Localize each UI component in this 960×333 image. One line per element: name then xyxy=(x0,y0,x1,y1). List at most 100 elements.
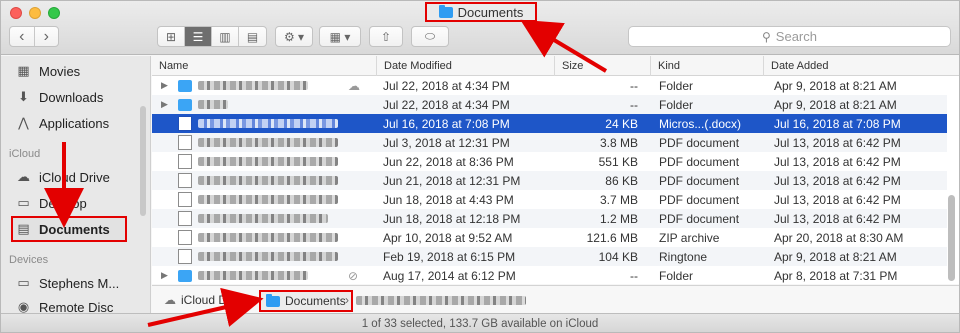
path-file-redacted[interactable] xyxy=(356,296,526,305)
file-name-redacted xyxy=(198,271,308,280)
minimize-window-button[interactable] xyxy=(29,7,41,19)
table-row[interactable]: Jun 18, 2018 at 4:43 PM 3.7 MB PDF docum… xyxy=(152,190,947,209)
cloud-icon: ☁ xyxy=(17,169,30,184)
word-document-icon xyxy=(178,116,192,131)
sidebar-item-downloads[interactable]: ⬇ Downloads xyxy=(15,86,103,108)
status-text: 1 of 33 selected, 133.7 GB available on … xyxy=(361,317,599,330)
forward-button[interactable]: › xyxy=(35,27,59,46)
cell-kind: PDF document xyxy=(659,135,740,150)
cell-modified: Jun 22, 2018 at 8:36 PM xyxy=(383,154,514,169)
table-row[interactable]: Feb 19, 2018 at 6:15 PM 104 KB Ringtone … xyxy=(152,247,947,266)
table-row[interactable]: Jun 22, 2018 at 8:36 PM 551 KB PDF docum… xyxy=(152,152,947,171)
cell-kind: Micros...(.docx) xyxy=(659,116,742,131)
cell-kind: PDF document xyxy=(659,192,740,207)
window-title-text: Documents xyxy=(457,4,524,20)
cell-added: Jul 13, 2018 at 6:42 PM xyxy=(774,211,901,226)
disclosure-triangle-icon[interactable]: ▶ xyxy=(161,80,168,91)
title-bar: Documents ‹ › ⊞ ☰ ▥ ▤ ⚙ ▾ ▦ ▾ ⇧ ⬭ ⚲ Sear… xyxy=(1,1,959,55)
cell-size: 86 KB xyxy=(605,173,638,188)
tag-button[interactable]: ⬭ xyxy=(411,26,449,47)
cell-kind: Folder xyxy=(659,78,694,93)
path-crumb-label: iCloud Drive xyxy=(181,292,247,307)
icon-view-button[interactable]: ⊞ xyxy=(158,27,185,46)
cell-modified: Apr 10, 2018 at 9:52 AM xyxy=(383,230,513,245)
column-view-button[interactable]: ▥ xyxy=(212,27,239,46)
cell-size: 3.7 MB xyxy=(599,192,638,207)
pdf-document-icon xyxy=(178,211,192,226)
table-row-selected[interactable]: Jul 16, 2018 at 7:08 PM 24 KB Micros...(… xyxy=(152,114,947,133)
action-menu-button[interactable]: ⚙ ▾ xyxy=(275,26,313,47)
file-name-redacted xyxy=(198,233,338,242)
cell-modified: Jun 18, 2018 at 12:18 PM xyxy=(383,211,521,226)
cell-modified: Jun 21, 2018 at 12:31 PM xyxy=(383,173,521,188)
cell-size: 1.2 MB xyxy=(599,211,638,226)
cell-size: 104 KB xyxy=(598,249,638,264)
column-date-modified[interactable]: Date Modified xyxy=(376,56,554,76)
table-row[interactable]: ▶ ⊘ Aug 17, 2014 at 6:12 PM -- Folder Ap… xyxy=(152,266,947,284)
path-bar: ☁ iCloud Drive Documents › xyxy=(152,285,959,313)
table-row[interactable]: ▶ ☁ Jul 22, 2018 at 4:34 PM -- Folder Ap… xyxy=(152,76,947,95)
close-window-button[interactable] xyxy=(10,7,22,19)
sidebar-item-label: Movies xyxy=(39,63,81,79)
film-icon: ▦ xyxy=(17,63,30,78)
cell-added: Apr 9, 2018 at 8:21 AM xyxy=(774,78,897,93)
column-header: Name Date Modified Size Kind Date Added xyxy=(152,56,959,76)
sidebar-item-applications[interactable]: ⋀ Applications xyxy=(15,112,109,134)
applications-icon: ⋀ xyxy=(18,115,29,130)
gallery-icon: ▤ xyxy=(246,29,259,44)
column-date-added[interactable]: Date Added xyxy=(763,56,947,76)
list-icon: ☰ xyxy=(192,29,204,44)
cell-kind: PDF document xyxy=(659,154,740,169)
table-row[interactable]: Jul 3, 2018 at 12:31 PM 3.8 MB PDF docum… xyxy=(152,133,947,152)
column-size[interactable]: Size xyxy=(554,56,650,76)
cell-modified: Jul 22, 2018 at 4:34 PM xyxy=(383,78,510,93)
nav-back-forward: ‹ › xyxy=(9,26,59,47)
path-crumb-icloud-drive[interactable]: ☁ iCloud Drive xyxy=(164,293,246,307)
cloud-icon: ☁ xyxy=(164,292,176,307)
sidebar-item-label: iCloud Drive xyxy=(39,169,110,185)
pdf-document-icon xyxy=(178,192,192,207)
file-name-redacted xyxy=(198,176,338,185)
desktop-icon: ▭ xyxy=(17,195,30,210)
folder-icon xyxy=(178,99,192,111)
cloud-download-icon[interactable]: ☁ xyxy=(348,79,360,93)
table-row[interactable]: Apr 10, 2018 at 9:52 AM 121.6 MB ZIP arc… xyxy=(152,228,947,247)
table-row[interactable]: Jun 21, 2018 at 12:31 PM 86 KB PDF docum… xyxy=(152,171,947,190)
sidebar-scrollbar[interactable] xyxy=(140,106,146,216)
cell-size: -- xyxy=(630,97,638,112)
arrange-icon: ▦ ▾ xyxy=(329,29,351,44)
file-name-redacted xyxy=(198,119,338,128)
sidebar-item-computer[interactable]: ▭ Stephens M... xyxy=(15,272,119,294)
cell-kind: Ringtone xyxy=(659,249,708,264)
disclosure-triangle-icon[interactable]: ▶ xyxy=(161,270,168,281)
search-field[interactable]: ⚲ Search xyxy=(628,26,951,47)
arrange-menu-button[interactable]: ▦ ▾ xyxy=(319,26,361,47)
file-list-scrollbar[interactable] xyxy=(948,195,955,281)
disclosure-triangle-icon[interactable]: ▶ xyxy=(161,99,168,110)
share-button[interactable]: ⇧ xyxy=(369,26,403,47)
column-kind[interactable]: Kind xyxy=(650,56,763,76)
gallery-view-button[interactable]: ▤ xyxy=(239,27,266,46)
sidebar-item-label: Stephens M... xyxy=(39,275,120,291)
cell-kind: Folder xyxy=(659,268,694,283)
path-crumb-documents[interactable]: Documents xyxy=(259,290,353,312)
zoom-window-button[interactable] xyxy=(48,7,60,19)
cell-size: 24 KB xyxy=(605,116,638,131)
column-name[interactable]: Name xyxy=(152,56,376,76)
sidebar-item-documents[interactable]: ▤ Documents xyxy=(15,218,109,240)
back-arrow-icon: ‹ xyxy=(19,27,25,45)
sidebar-item-desktop[interactable]: ▭ Desktop xyxy=(15,192,86,214)
list-view-button[interactable]: ☰ xyxy=(185,27,212,46)
table-row[interactable]: ▶ Jul 22, 2018 at 4:34 PM -- Folder Apr … xyxy=(152,95,947,114)
share-icon: ⇧ xyxy=(380,29,392,44)
cell-added: Jul 13, 2018 at 6:42 PM xyxy=(774,173,901,188)
sidebar-item-movies[interactable]: ▦ Movies xyxy=(15,60,80,82)
cell-kind: PDF document xyxy=(659,173,740,188)
cell-added: Apr 20, 2018 at 8:30 AM xyxy=(774,230,904,245)
table-row[interactable]: Jun 18, 2018 at 12:18 PM 1.2 MB PDF docu… xyxy=(152,209,947,228)
pdf-document-icon xyxy=(178,135,192,150)
folder-icon xyxy=(178,270,192,282)
back-button[interactable]: ‹ xyxy=(10,27,35,46)
sidebar-item-icloud-drive[interactable]: ☁ iCloud Drive xyxy=(15,166,110,188)
cell-added: Apr 9, 2018 at 8:21 AM xyxy=(774,249,897,264)
